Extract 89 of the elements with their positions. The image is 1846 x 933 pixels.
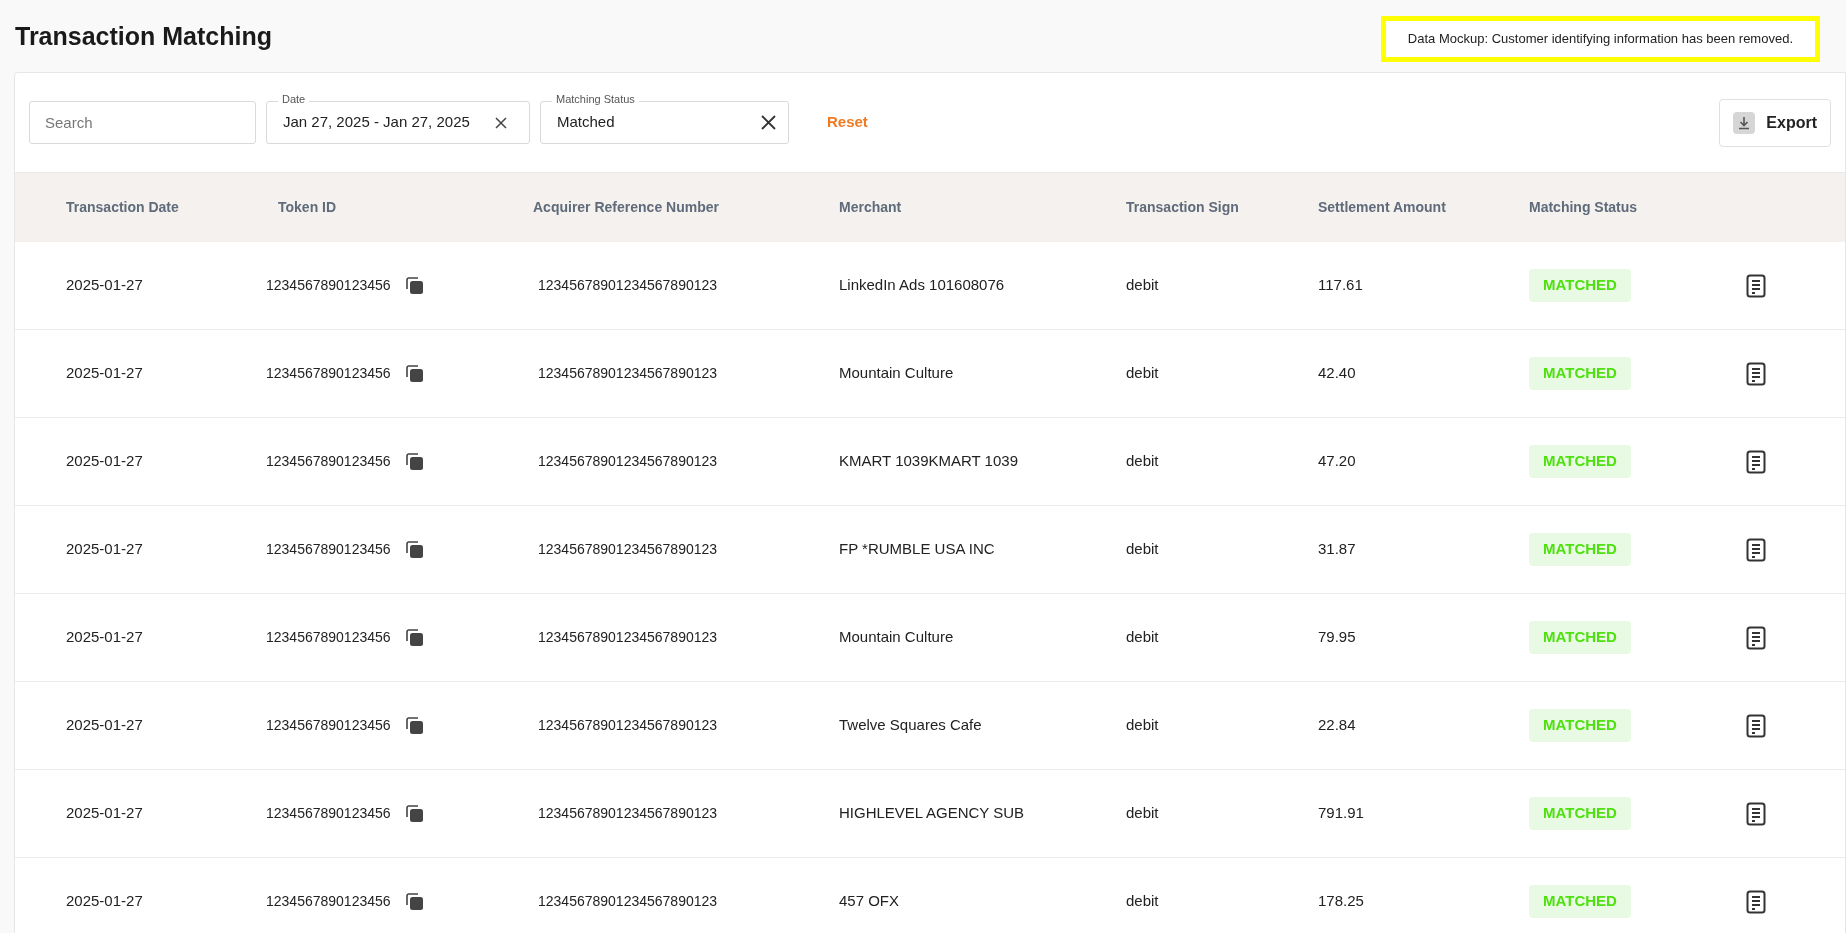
status-badge: MATCHED: [1529, 885, 1631, 918]
search-field[interactable]: Search: [29, 101, 256, 144]
table-cell-text: 12345678901234567890123: [537, 540, 719, 559]
column-header[interactable]: Token ID: [266, 197, 533, 218]
status-badge: MATCHED: [1529, 357, 1631, 390]
notice-banner: Data Mockup: Customer identifying information has been removed.: [1380, 16, 1820, 62]
table-cell-text: Mountain Culture: [839, 363, 955, 384]
date-value: Jan 27, 2025 - Jan 27, 2025: [283, 112, 470, 133]
table-cell-text: 2025-01-27: [66, 275, 144, 296]
table-cell-text: Mountain Culture: [839, 627, 955, 648]
document-icon[interactable]: [1746, 801, 1766, 826]
column-header[interactable]: Matching Status: [1529, 197, 1729, 218]
table-cell-text: 31.87: [1318, 539, 1357, 560]
table-cell-text: debit: [1126, 539, 1160, 560]
table-cell-text: 12345678901234567890123: [537, 892, 719, 911]
column-header[interactable]: Transaction Sign: [1126, 197, 1318, 218]
table-cell-text: debit: [1126, 803, 1160, 824]
copy-icon[interactable]: [404, 628, 424, 647]
table-cell-text: 12345678901234567890123: [537, 628, 719, 647]
table-cell-text: 178.25: [1318, 891, 1365, 912]
clear-icon[interactable]: [495, 116, 507, 129]
table-cell-text: LinkedIn Ads 101608076: [839, 275, 1006, 296]
clear-icon[interactable]: [761, 115, 776, 130]
table-cell-text: 12345678901234567890123: [537, 276, 719, 295]
table-cell-text: debit: [1126, 451, 1160, 472]
status-value: Matched: [557, 112, 615, 133]
column-header[interactable]: Settlement Amount: [1318, 197, 1529, 218]
table-cell-text: 12345678901234567890123: [537, 716, 719, 735]
table-cell-text: 1234567890123456: [266, 804, 391, 823]
copy-icon[interactable]: [404, 804, 424, 823]
table-cell-text: 1234567890123456: [266, 716, 391, 735]
copy-icon[interactable]: [404, 716, 424, 735]
copy-icon[interactable]: [404, 540, 424, 559]
table-cell-text: 22.84: [1318, 715, 1357, 736]
table-cell-text: 2025-01-27: [66, 627, 144, 648]
status-badge: MATCHED: [1529, 269, 1631, 302]
download-icon: [1733, 111, 1756, 134]
document-icon[interactable]: [1746, 537, 1766, 562]
table-cell-text: 457 OFX: [839, 891, 901, 912]
table-cell-text: 1234567890123456: [266, 452, 391, 471]
table-cell-text: 79.95: [1318, 627, 1357, 648]
column-header[interactable]: Merchant: [839, 197, 1126, 218]
document-icon[interactable]: [1746, 713, 1766, 738]
document-icon[interactable]: [1746, 449, 1766, 474]
copy-icon[interactable]: [404, 364, 424, 383]
table-cell-text: debit: [1126, 275, 1160, 296]
table-cell-text: 12345678901234567890123: [537, 452, 719, 471]
status-badge: MATCHED: [1529, 709, 1631, 742]
table-cell-text: 117.61: [1318, 275, 1364, 296]
page-title: Transaction Matching: [15, 21, 272, 52]
table-cell-text: 2025-01-27: [66, 715, 144, 736]
document-icon[interactable]: [1746, 361, 1766, 386]
table-cell-text: 1234567890123456: [266, 628, 391, 647]
table-cell-text: 1234567890123456: [266, 892, 391, 911]
table-cell-text: 2025-01-27: [66, 539, 144, 560]
copy-icon[interactable]: [404, 452, 424, 471]
table-cell-text: 791.91: [1318, 803, 1365, 824]
table-cell-text: 47.20: [1318, 451, 1357, 472]
table-cell-text: 2025-01-27: [66, 363, 144, 384]
reset-button[interactable]: Reset: [819, 107, 876, 138]
table-cell-text: FP *RUMBLE USA INC: [839, 539, 996, 560]
table-cell-text: 12345678901234567890123: [537, 804, 719, 823]
table-cell-text: debit: [1126, 891, 1160, 912]
document-icon[interactable]: [1746, 889, 1766, 914]
table-cell-text: 42.40: [1318, 363, 1357, 384]
status-badge: MATCHED: [1529, 797, 1631, 830]
document-icon[interactable]: [1746, 625, 1766, 650]
column-header[interactable]: Transaction Date: [66, 197, 266, 218]
export-button[interactable]: Export: [1719, 98, 1831, 147]
table-cell-text: debit: [1126, 363, 1160, 384]
table-cell-text: HIGHLEVEL AGENCY SUB: [839, 803, 1026, 824]
table-cell-text: debit: [1126, 715, 1160, 736]
copy-icon[interactable]: [404, 892, 424, 911]
document-icon[interactable]: [1746, 273, 1766, 298]
status-badge: MATCHED: [1529, 445, 1631, 478]
column-header[interactable]: Acquirer Reference Number: [533, 197, 839, 218]
table-cell-text: 1234567890123456: [266, 276, 391, 295]
table-cell-text: 2025-01-27: [66, 451, 144, 472]
table-cell-text: 1234567890123456: [266, 364, 391, 383]
table-cell-text: 12345678901234567890123: [537, 364, 719, 383]
copy-icon[interactable]: [404, 276, 424, 295]
status-badge: MATCHED: [1529, 533, 1631, 566]
table-cell-text: 2025-01-27: [66, 891, 144, 912]
table-cell-text: KMART 1039KMART 1039: [839, 451, 1019, 472]
table-cell-text: debit: [1126, 627, 1160, 648]
table-cell-text: 2025-01-27: [66, 803, 144, 824]
table-cell-text: 1234567890123456: [266, 540, 391, 559]
status-badge: MATCHED: [1529, 621, 1631, 654]
table-cell-text: Twelve Squares Cafe: [839, 715, 983, 736]
